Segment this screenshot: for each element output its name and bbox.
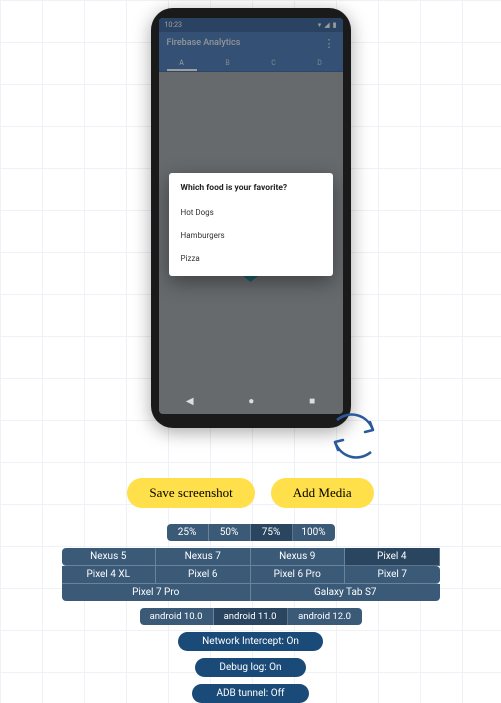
device-selector-row1: Nexus 5 Nexus 7 Nexus 9 Pixel 4 Pixel 4 … [62, 548, 440, 584]
device-nexus9[interactable]: Nexus 9 [251, 548, 346, 566]
rotate-device-icon[interactable] [329, 408, 379, 464]
device-pixel4xl[interactable]: Pixel 4 XL [62, 566, 157, 584]
dialog-option-hamburgers[interactable]: Hamburgers [181, 224, 321, 247]
adb-tunnel-toggle[interactable]: ADB tunnel: Off [192, 684, 308, 703]
network-intercept-toggle[interactable]: Network Intercept: On [178, 632, 323, 651]
os-android10[interactable]: android 10.0 [140, 608, 214, 625]
device-selector-row3: Pixel 7 Pro Galaxy Tab S7 [62, 584, 440, 601]
zoom-100[interactable]: 100% [293, 524, 335, 541]
food-dialog: Which food is your favorite? Hot Dogs Ha… [169, 173, 333, 276]
debug-log-toggle[interactable]: Debug log: On [195, 658, 305, 677]
device-pixel7[interactable]: Pixel 7 [345, 566, 440, 584]
add-media-button[interactable]: Add Media [271, 478, 374, 508]
device-nexus7[interactable]: Nexus 7 [156, 548, 251, 566]
os-selector: android 10.0 android 11.0 android 12.0 [140, 608, 362, 625]
dialog-option-pizza[interactable]: Pizza [181, 247, 321, 270]
device-pixel6pro[interactable]: Pixel 6 Pro [251, 566, 346, 584]
dialog-title: Which food is your favorite? [181, 183, 321, 193]
zoom-selector: 25% 50% 75% 100% [167, 524, 335, 541]
dialog-option-hotdogs[interactable]: Hot Dogs [181, 201, 321, 224]
action-row: Save screenshot Add Media [127, 478, 373, 508]
zoom-25[interactable]: 25% [167, 524, 209, 541]
nav-home-icon[interactable]: ● [248, 396, 254, 407]
os-android12[interactable]: android 12.0 [288, 608, 362, 625]
android-nav-bar: ◀ ● ■ [159, 391, 343, 411]
device-galaxytabs7[interactable]: Galaxy Tab S7 [251, 584, 440, 601]
device-pixel6[interactable]: Pixel 6 [156, 566, 251, 584]
zoom-50[interactable]: 50% [209, 524, 251, 541]
nav-back-icon[interactable]: ◀ [186, 396, 194, 407]
zoom-75[interactable]: 75% [251, 524, 293, 541]
os-android11[interactable]: android 11.0 [214, 608, 288, 625]
device-nexus5[interactable]: Nexus 5 [62, 548, 157, 566]
device-pixel7pro[interactable]: Pixel 7 Pro [62, 584, 252, 601]
device-frame: 10:23 ▾ ◢ ▮ Firebase Analytics ⋮ A B C D [151, 8, 351, 428]
nav-recent-icon[interactable]: ■ [309, 396, 315, 407]
device-pixel4[interactable]: Pixel 4 [345, 548, 440, 566]
device-screen: 10:23 ▾ ◢ ▮ Firebase Analytics ⋮ A B C D [159, 18, 343, 414]
save-screenshot-button[interactable]: Save screenshot [127, 478, 254, 508]
